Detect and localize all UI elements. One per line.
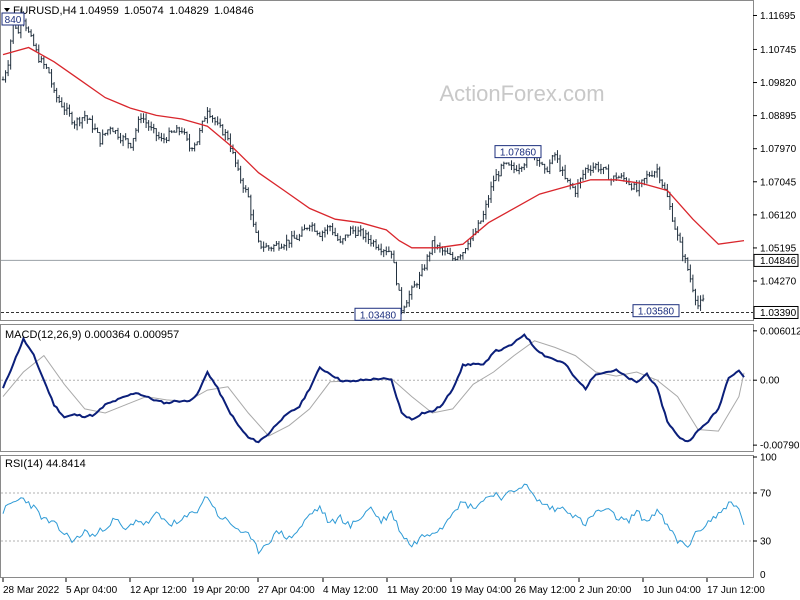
current-price-label: 1.04846 (760, 256, 797, 267)
price-axis-label: 1.06120 (760, 210, 797, 221)
dropdown-arrow-icon[interactable] (4, 8, 10, 12)
ohlc-close: 1.04846 (214, 5, 254, 17)
macd-main-line (2, 333, 745, 444)
macd-signal-line (2, 340, 745, 437)
price-axis-label: 1.05195 (760, 243, 797, 254)
price-axis-label: 1.11695 (760, 11, 796, 22)
time-axis-label: 5 Apr 04:00 (66, 585, 118, 596)
macd-panel-frame (0, 324, 754, 452)
rsi-axis-label: 100 (760, 453, 777, 464)
time-axis-label: 11 May 20:00 (387, 585, 447, 596)
price-axis-label: 1.08895 (760, 111, 797, 122)
price-annotation-label: 840 (5, 15, 22, 26)
watermark: ActionForex.com (439, 81, 604, 106)
time-axis-label: 17 Jun 12:00 (707, 585, 765, 596)
time-axis-label: 28 Mar 2022 (3, 585, 60, 596)
rsi-line (2, 483, 745, 555)
time-axis-label: 19 May 04:00 (451, 585, 512, 596)
chart-svg[interactable]: ActionForex.com EURUSD,H4 1.04959 1.0507… (0, 0, 800, 600)
rsi-axis-label: 70 (760, 489, 772, 500)
time-axis-label: 19 Apr 20:00 (193, 585, 250, 596)
time-axis-label: 27 Apr 04:00 (258, 585, 315, 596)
moving-average-line (2, 46, 745, 249)
price-axis-label: 1.09820 (760, 78, 797, 89)
price-panel-frame (0, 0, 754, 321)
macd-axis-label: 0.006012 (760, 326, 800, 337)
time-axis-label: 26 May 12:00 (515, 585, 576, 596)
ohlc-bars (1, 8, 705, 315)
rsi-axis-label: 0 (760, 570, 766, 581)
support-price-label: 1.03390 (760, 308, 797, 319)
rsi-title: RSI(14) 44.8414 (5, 458, 86, 470)
macd-axis-label: 0.00 (760, 376, 780, 387)
ohlc-open: 1.04959 (79, 5, 119, 17)
price-annotation-label: 1.07860 (500, 148, 537, 159)
price-axis-label: 1.10745 (760, 45, 797, 56)
price-annotation-label: 1.03480 (360, 310, 397, 321)
price-axis-label: 1.07045 (760, 177, 797, 188)
time-axis-label: 2 Jun 20:00 (579, 585, 632, 596)
price-layer: 840 1.03480 1.07860 1.03580 (1, 8, 753, 321)
time-axis-label: 12 Apr 12:00 (130, 585, 187, 596)
macd-title: MACD(12,26,9) 0.000364 0.000957 (5, 329, 179, 341)
macd-layer (1, 333, 753, 444)
rsi-axis-label: 30 (760, 537, 772, 548)
rsi-layer (1, 483, 753, 555)
ohlc-high: 1.05074 (124, 5, 164, 17)
price-axis-label: 1.07970 (760, 144, 797, 155)
price-axis-label: 1.04270 (760, 277, 797, 288)
macd-axis-label: -0.007907 (760, 441, 800, 452)
time-axis-label: 10 Jun 04:00 (643, 585, 701, 596)
price-annotation-label: 1.03580 (638, 307, 675, 318)
time-axis-label: 4 May 12:00 (323, 585, 378, 596)
ohlc-low: 1.04829 (169, 5, 209, 17)
